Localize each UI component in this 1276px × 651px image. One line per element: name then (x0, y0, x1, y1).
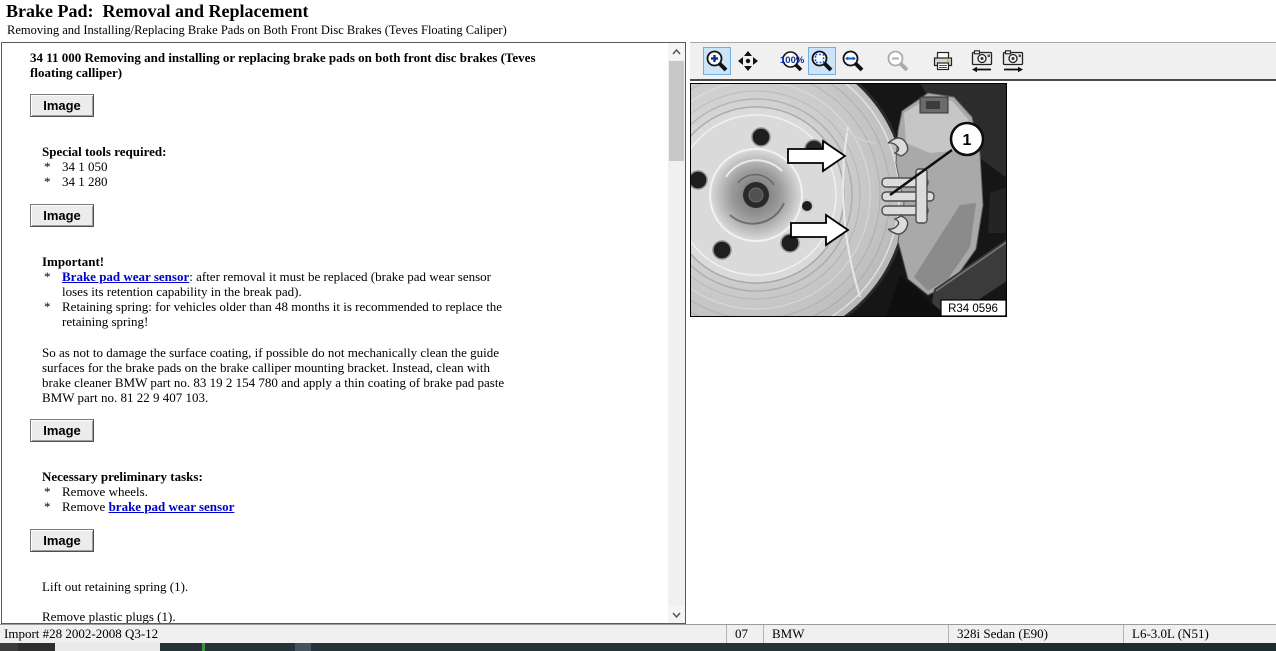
figure-label: R34 0596 (948, 303, 998, 315)
preliminary-item: * Remove wheels. (44, 484, 544, 499)
important-item-text: Retaining spring: for vehicles older tha… (62, 299, 514, 329)
status-code: 07 (726, 625, 763, 643)
figure-toolbar: 100% (690, 42, 1276, 81)
next-image-icon[interactable] (999, 47, 1027, 75)
brake-pad-wear-sensor-link[interactable]: Brake pad wear sensor (62, 269, 189, 284)
preliminary-item: * Remove brake pad wear sensor (44, 499, 544, 514)
bullet-marker: * (44, 299, 62, 329)
status-model: 328i Sedan (E90) (948, 625, 1123, 643)
brake-pad-wear-sensor-link[interactable]: brake pad wear sensor (109, 499, 235, 514)
special-tool-value: 34 1 050 (62, 159, 108, 174)
bullet-marker: * (44, 269, 62, 299)
taskbar (0, 643, 1276, 651)
zoom-out-icon (884, 47, 912, 75)
image-button-3[interactable]: Image (30, 419, 94, 442)
taskbar-segment (295, 643, 311, 651)
taskbar-segment (960, 643, 1276, 651)
procedure-heading: 34 11 000 Removing and installing or rep… (30, 50, 550, 80)
important-item-text: Brake pad wear sensor: after removal it … (62, 269, 506, 299)
taskbar-app-button[interactable] (55, 643, 160, 651)
scrollbar-thumb[interactable] (669, 61, 684, 161)
print-icon[interactable] (929, 47, 957, 75)
image-button-2[interactable]: Image (30, 204, 94, 227)
page-title: Brake Pad: Removal and Replacement (6, 1, 308, 22)
callout-number: 1 (963, 132, 972, 149)
taskbar-segment (18, 643, 55, 651)
status-make: BMW (763, 625, 948, 643)
figure-panel: 100% (690, 42, 1276, 624)
taskbar-segment (311, 643, 960, 651)
preliminary-item-prefix: Remove (62, 499, 109, 514)
document-scrollbar[interactable] (668, 43, 685, 623)
bullet-marker: * (44, 159, 62, 174)
preliminary-item-text: Remove wheels. (62, 484, 148, 499)
scroll-down-icon[interactable] (668, 606, 685, 623)
step-text: Lift out retaining spring (1). (42, 579, 188, 594)
pan-icon[interactable] (734, 47, 762, 75)
bullet-marker: * (44, 499, 62, 514)
special-tool-item: * 34 1 050 (44, 159, 544, 174)
previous-image-icon[interactable] (968, 47, 996, 75)
page-header: Brake Pad: Removal and Replacement Remov… (0, 0, 1276, 41)
status-engine: L6-3.0L (N51) (1123, 625, 1276, 643)
taskbar-segment (205, 643, 295, 651)
fit-width-icon[interactable] (839, 47, 867, 75)
status-bar: Import #28 2002-2008 Q3-12 07 BMW 328i S… (0, 624, 1276, 643)
special-tool-item: * 34 1 280 (44, 174, 544, 189)
zoom-100-percent-icon[interactable]: 100% (777, 47, 805, 75)
brake-assembly-figure[interactable]: 1 R34 0596 (690, 83, 1007, 317)
cleaning-paragraph: So as not to damage the surface coating,… (42, 345, 520, 405)
app-window: { "header": { "title": "Brake Pad: Remov… (0, 0, 1276, 651)
zoom-in-icon[interactable] (703, 47, 731, 75)
image-button-1[interactable]: Image (30, 94, 94, 117)
svg-text:100%: 100% (780, 55, 804, 66)
special-tool-value: 34 1 280 (62, 174, 108, 189)
taskbar-segment (160, 643, 202, 651)
important-item: * Retaining spring: for vehicles older t… (44, 299, 514, 329)
special-tools-heading: Special tools required: (42, 144, 166, 159)
preliminary-tasks-heading: Necessary preliminary tasks: (42, 469, 203, 484)
step-text: Remove plastic plugs (1). (42, 609, 176, 624)
bullet-marker: * (44, 174, 62, 189)
bullet-marker: * (44, 484, 62, 499)
image-button-4[interactable]: Image (30, 529, 94, 552)
status-import: Import #28 2002-2008 Q3-12 (0, 625, 726, 643)
fit-page-icon[interactable] (808, 47, 836, 75)
page-subtitle: Removing and Installing/Replacing Brake … (7, 23, 507, 38)
procedure-document-panel: 34 11 000 Removing and installing or rep… (1, 42, 686, 624)
scroll-up-icon[interactable] (668, 43, 685, 60)
taskbar-segment (0, 643, 18, 651)
important-item: * Brake pad wear sensor: after removal i… (44, 269, 506, 299)
important-heading: Important! (42, 254, 104, 269)
preliminary-item-text: Remove brake pad wear sensor (62, 499, 234, 514)
